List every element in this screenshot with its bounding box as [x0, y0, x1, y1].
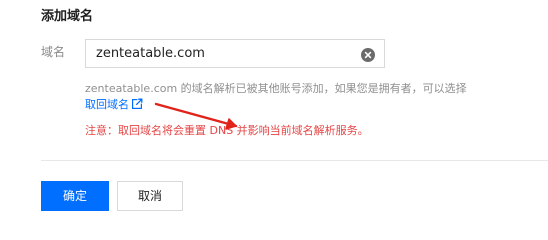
domain-input[interactable] — [86, 40, 358, 67]
section-title: 添加域名 — [41, 9, 94, 24]
reset-dns-warning: 注意：取回域名将会重置 DNS 并影响当前域名解析服务。 — [85, 124, 369, 137]
cancel-button[interactable]: 取消 — [117, 181, 183, 211]
reclaim-domain-link-label: 取回域名 — [85, 98, 129, 111]
reclaim-domain-link[interactable]: 取回域名 — [85, 96, 143, 113]
clear-circle-icon[interactable] — [361, 47, 375, 62]
confirm-button[interactable]: 确定 — [41, 181, 109, 211]
domain-conflict-hint: zenteatable.com 的域名解析已被其他账号添加，如果您是拥有者，可以… — [85, 82, 467, 95]
footer-divider — [41, 160, 548, 161]
external-link-icon — [132, 97, 143, 110]
add-domain-dialog: 添加域名 域名 zenteatable.com 的域名解析已被其他账号添加，如果… — [0, 0, 548, 224]
domain-input-wrapper — [85, 39, 385, 68]
domain-field-label: 域名 — [41, 45, 66, 59]
